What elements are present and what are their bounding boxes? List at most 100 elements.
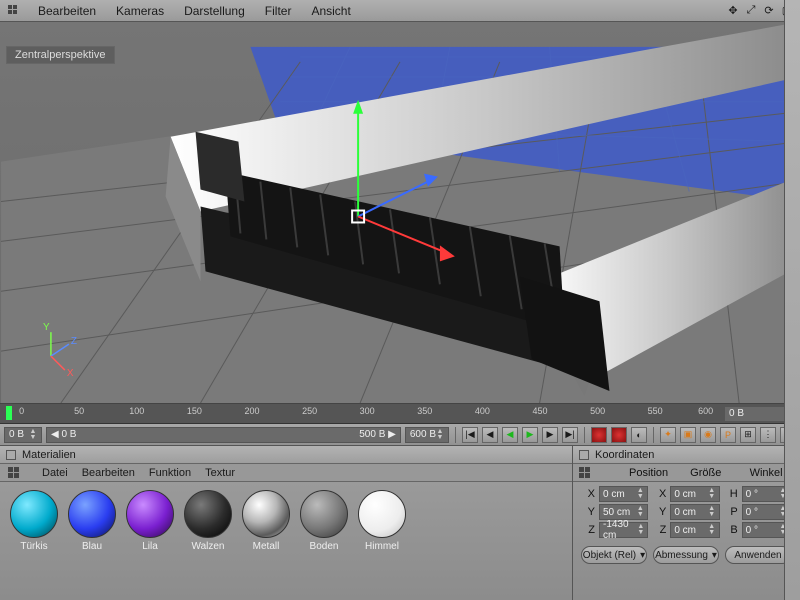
- coord-head-size: Größe: [690, 467, 727, 479]
- app-icon: [6, 3, 22, 19]
- menu-darstellung[interactable]: Darstellung: [174, 4, 255, 18]
- materials-menu-datei[interactable]: Datei: [42, 467, 68, 479]
- transport-bar: 0 B▲▼ ◀ 0 B500 B ▶ 600 B▲▼ |◀ ◀ ◀ ▶ ▶ ▶|…: [0, 424, 800, 446]
- autokey-button[interactable]: [611, 427, 627, 443]
- nav-orbit-icon[interactable]: ⟳: [762, 4, 776, 18]
- stepper-icon[interactable]: ▲▼: [708, 488, 716, 500]
- step-back-button[interactable]: ◀: [482, 427, 498, 443]
- coordinates-title: Koordinaten: [595, 449, 654, 461]
- axis-label: B: [724, 524, 738, 536]
- coord-head-position: Position: [629, 467, 668, 479]
- material-item[interactable]: Walzen: [182, 490, 234, 552]
- axis-label: Y: [652, 506, 666, 518]
- axis-label: P: [724, 506, 738, 518]
- materials-panel: Materialien Datei Bearbeiten Funktion Te…: [0, 446, 573, 600]
- step-forward-button[interactable]: ▶: [542, 427, 558, 443]
- chevron-down-icon: ▾: [712, 550, 717, 561]
- keyframe-options-icon[interactable]: ◐: [631, 427, 647, 443]
- key-pos-icon[interactable]: ✦: [660, 427, 676, 443]
- size-input[interactable]: 0 cm▲▼: [670, 522, 719, 538]
- key-param-icon[interactable]: P: [720, 427, 736, 443]
- size-input[interactable]: 0 cm▲▼: [670, 486, 719, 502]
- materials-title: Materialien: [22, 449, 76, 461]
- material-label: Blau: [66, 541, 118, 552]
- position-input[interactable]: 50 cm▲▼: [599, 504, 648, 520]
- svg-text:X: X: [67, 368, 74, 379]
- axis-label: X: [581, 488, 595, 500]
- key-scale-icon[interactable]: ▣: [680, 427, 696, 443]
- range-end-field[interactable]: 600 B▲▼: [405, 427, 449, 443]
- menu-filter[interactable]: Filter: [255, 4, 302, 18]
- key-all-icon[interactable]: ⊞: [740, 427, 756, 443]
- key-rot-icon[interactable]: ◉: [700, 427, 716, 443]
- chevron-down-icon: ▾: [640, 550, 645, 561]
- materials-menu-funktion[interactable]: Funktion: [149, 467, 191, 479]
- material-item[interactable]: Türkis: [8, 490, 60, 552]
- coordinates-panel: Koordinaten Position Größe Winkel X 0 cm▲…: [573, 446, 800, 600]
- material-preview-icon: [10, 490, 58, 538]
- axis-label: H: [724, 488, 738, 500]
- object-mode-dropdown[interactable]: Objekt (Rel)▾: [581, 546, 647, 564]
- axis-label: Z: [652, 524, 666, 536]
- panel-toggle-icon[interactable]: [6, 450, 16, 460]
- material-label: Himmel: [356, 541, 408, 552]
- svg-text:Y: Y: [43, 322, 50, 333]
- axis-label: X: [652, 488, 666, 500]
- timeline-playhead[interactable]: [6, 406, 12, 420]
- material-preview-icon: [242, 490, 290, 538]
- stepper-icon[interactable]: ▲▼: [708, 506, 716, 518]
- stepper-icon[interactable]: ▲▼: [636, 506, 644, 518]
- menu-ansicht[interactable]: Ansicht: [301, 4, 360, 18]
- goto-start-button[interactable]: |◀: [462, 427, 478, 443]
- material-item[interactable]: Blau: [66, 490, 118, 552]
- stepper-icon[interactable]: ▲▼: [708, 524, 716, 536]
- timeline-ruler[interactable]: 0 50 100 150 200 250 300 350 400 450 500…: [0, 404, 800, 424]
- materials-menu-textur[interactable]: Textur: [205, 467, 235, 479]
- right-dock-strip[interactable]: [784, 0, 800, 600]
- svg-text:Z: Z: [71, 336, 77, 347]
- material-preview-icon: [358, 490, 406, 538]
- apply-button[interactable]: Anwenden: [725, 546, 791, 564]
- material-item[interactable]: Boden: [298, 490, 350, 552]
- coord-head-angle: Winkel: [750, 467, 787, 479]
- play-forward-button[interactable]: ▶: [522, 427, 538, 443]
- materials-list: Türkis Blau Lila Walzen Metall Boden Himmel: [0, 482, 572, 560]
- material-item[interactable]: Lila: [124, 490, 176, 552]
- material-label: Metall: [240, 541, 292, 552]
- axis-label: Z: [581, 524, 595, 536]
- nav-move-icon[interactable]: ✥: [726, 4, 740, 18]
- menu-bearbeiten[interactable]: Bearbeiten: [28, 4, 106, 18]
- key-sel-icon[interactable]: ⋮: [760, 427, 776, 443]
- panel-toggle-icon[interactable]: [579, 450, 589, 460]
- nav-zoom-icon[interactable]: ⤢: [744, 4, 758, 18]
- stepper-icon[interactable]: ▲▼: [636, 488, 644, 500]
- stepper-icon[interactable]: ▲▼: [637, 524, 644, 536]
- panel-icon: [577, 465, 593, 481]
- material-preview-icon: [68, 490, 116, 538]
- dimension-mode-dropdown[interactable]: Abmessung▾: [653, 546, 719, 564]
- material-label: Walzen: [182, 541, 234, 552]
- range-slider[interactable]: ◀ 0 B500 B ▶: [46, 427, 401, 443]
- viewport-menubar: Bearbeiten Kameras Darstellung Filter An…: [0, 0, 800, 22]
- viewport[interactable]: Zentralperspektive: [0, 22, 800, 404]
- viewport-label: Zentralperspektive: [6, 46, 115, 64]
- goto-end-button[interactable]: ▶|: [562, 427, 578, 443]
- material-preview-icon: [184, 490, 232, 538]
- range-start-field[interactable]: 0 B▲▼: [4, 427, 42, 443]
- material-item[interactable]: Himmel: [356, 490, 408, 552]
- record-button[interactable]: [591, 427, 607, 443]
- panel-icon: [6, 465, 22, 481]
- play-back-button[interactable]: ◀: [502, 427, 518, 443]
- material-preview-icon: [300, 490, 348, 538]
- position-input[interactable]: -1430 cm▲▼: [599, 522, 648, 538]
- material-label: Boden: [298, 541, 350, 552]
- material-preview-icon: [126, 490, 174, 538]
- position-input[interactable]: 0 cm▲▼: [599, 486, 648, 502]
- size-input[interactable]: 0 cm▲▼: [670, 504, 719, 520]
- materials-menu-bearbeiten[interactable]: Bearbeiten: [82, 467, 135, 479]
- material-item[interactable]: Metall: [240, 490, 292, 552]
- axis-label: Y: [581, 506, 595, 518]
- viewport-scene: Y Z X: [0, 22, 800, 403]
- material-label: Türkis: [8, 541, 60, 552]
- menu-kameras[interactable]: Kameras: [106, 4, 174, 18]
